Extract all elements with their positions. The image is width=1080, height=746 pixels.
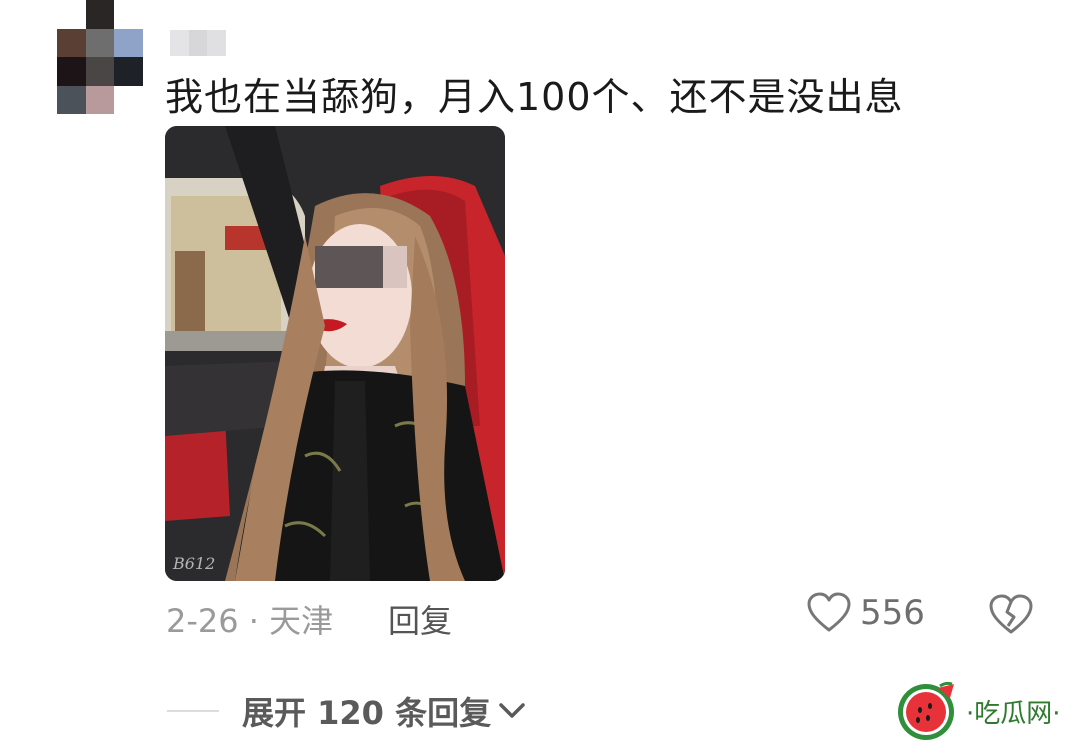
username-blurred[interactable] <box>170 30 227 56</box>
comment-photo[interactable]: B612 <box>165 126 505 581</box>
like-button[interactable]: 556 <box>806 592 925 634</box>
heart-icon <box>807 592 851 632</box>
chevron-down-icon <box>499 703 525 718</box>
broken-heart-icon[interactable] <box>988 594 1034 636</box>
expand-replies-button[interactable]: 展开 120 条回复 <box>242 688 527 734</box>
comment-screen: 我也在当舔狗，月入100个、还不是没出息 B612 2-26 · 天津 回复 5… <box>0 0 1080 746</box>
expand-replies-label: 展开 120 条回复 <box>242 694 492 732</box>
comment-text: 我也在当舔狗，月入100个、还不是没出息 <box>165 75 904 119</box>
watermelon-logo-icon <box>898 681 954 740</box>
photo-illustration <box>165 126 505 581</box>
avatar[interactable] <box>57 0 143 114</box>
site-watermark: ·吃瓜网· <box>894 680 1061 742</box>
like-count: 556 <box>860 593 925 633</box>
site-name: ·吃瓜网· <box>966 698 1061 729</box>
reply-divider <box>167 710 219 712</box>
photo-watermark: B612 <box>173 554 216 573</box>
comment-meta: 2-26 · 天津 <box>166 602 334 640</box>
reply-button[interactable]: 回复 <box>388 596 452 642</box>
